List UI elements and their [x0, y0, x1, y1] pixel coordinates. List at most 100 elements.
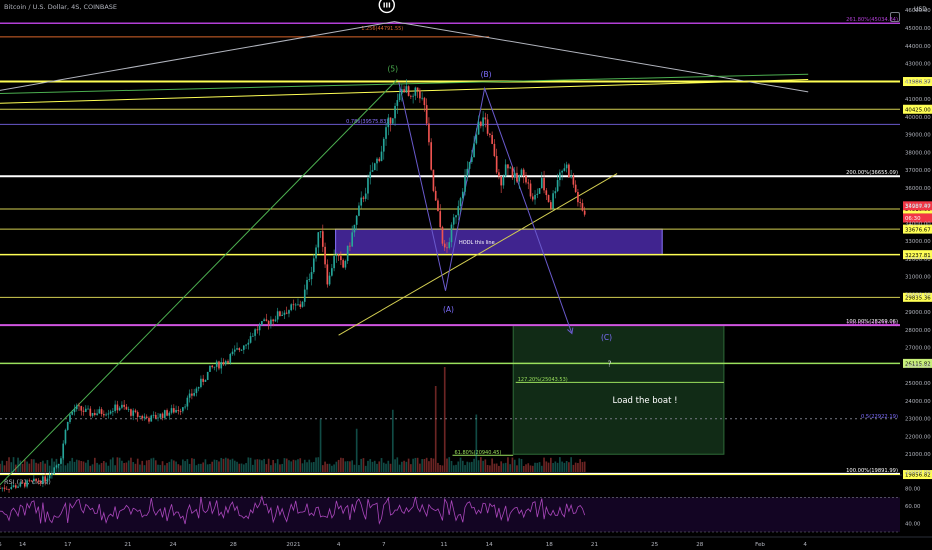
- candle: [71, 412, 74, 415]
- candle: [297, 304, 299, 306]
- volume-bar: [44, 463, 46, 472]
- volume-bar: [577, 463, 579, 472]
- volume-bar: [516, 465, 518, 472]
- candle: [403, 89, 405, 93]
- volume-bar: [222, 458, 225, 472]
- candle: [425, 105, 428, 124]
- volume-bar: [547, 462, 550, 472]
- volume-bar: [134, 463, 137, 472]
- volume-bar: [107, 465, 110, 472]
- candle: [254, 329, 256, 336]
- candle: [35, 478, 37, 481]
- volume-bar: [220, 457, 223, 472]
- candle: [547, 195, 550, 203]
- candle: [321, 231, 324, 247]
- volume-bar: [491, 458, 493, 472]
- volume-bar: [64, 465, 67, 472]
- candle: [292, 304, 295, 306]
- candle: [333, 256, 335, 269]
- volume-bar: [315, 457, 317, 472]
- volume-bar: [550, 457, 552, 472]
- candle: [279, 311, 281, 316]
- volume-bar: [57, 465, 60, 472]
- volume-bar: [301, 463, 304, 472]
- candle: [498, 172, 500, 177]
- volume-bar: [337, 459, 340, 472]
- candle: [10, 487, 13, 490]
- candle: [491, 134, 493, 144]
- volume-bar: [346, 461, 349, 472]
- y-tick-label: 44000.00: [905, 44, 931, 50]
- level-label: 100.00%(19891.99): [846, 468, 898, 474]
- volume-bar: [351, 460, 353, 472]
- candle: [486, 119, 489, 134]
- candle: [285, 312, 288, 314]
- volume-bar: [416, 457, 419, 472]
- candle: [538, 188, 541, 194]
- volume-bar: [249, 457, 252, 472]
- volume-bar: [118, 457, 121, 472]
- volume-bar: [340, 457, 342, 472]
- volume-bar: [136, 458, 139, 472]
- candle: [290, 304, 293, 311]
- volume-bar: [443, 367, 446, 472]
- y-tick-label: 21000.00: [905, 452, 931, 458]
- candle: [516, 172, 518, 182]
- y-tick-label: 33000.00: [905, 239, 931, 245]
- volume-bar: [186, 459, 189, 472]
- candle: [276, 311, 279, 320]
- volume-bar: [342, 458, 344, 472]
- candle: [96, 413, 98, 415]
- candle: [466, 168, 469, 177]
- candle: [195, 388, 198, 394]
- fib-label: 61.80%(20940.45): [455, 450, 502, 456]
- volume-bar: [229, 459, 232, 472]
- y-tick-label: 42000.00: [905, 79, 931, 85]
- candle: [577, 192, 579, 203]
- y-tick-label: 38000.00: [905, 150, 931, 156]
- candle: [130, 409, 132, 416]
- candle: [439, 211, 442, 228]
- volume-bar: [89, 465, 92, 472]
- candle: [222, 362, 225, 365]
- y-tick-label: 39000.00: [905, 133, 931, 139]
- volume-bar: [308, 459, 311, 472]
- volume-bar: [93, 457, 96, 472]
- candle: [387, 117, 390, 128]
- volume-bar: [358, 465, 360, 472]
- volume-bar: [109, 459, 112, 472]
- volume-bar: [299, 458, 302, 472]
- candle: [179, 411, 182, 412]
- candle: [200, 378, 202, 388]
- candle: [75, 405, 78, 410]
- candle: [382, 138, 385, 152]
- volume-bar: [21, 463, 24, 472]
- candle: [563, 168, 566, 171]
- volume-bar: [306, 462, 308, 472]
- y-tick-label: 20000.00: [905, 470, 931, 476]
- x-tick-label: 21: [124, 542, 132, 548]
- wave-label: (C): [601, 333, 612, 342]
- volume-bar: [470, 461, 473, 472]
- volume-bar: [583, 461, 586, 472]
- y-tick-label: 30000.00: [905, 292, 931, 298]
- volume-bar: [195, 465, 198, 472]
- candle: [245, 344, 247, 346]
- candle: [419, 90, 421, 99]
- candle: [583, 210, 586, 215]
- candle: [238, 348, 241, 351]
- price-chart[interactable]: 261.80%(45034.84) 200.00%(36655.09) 100.00…: [0, 0, 932, 550]
- volume-bar: [522, 465, 525, 472]
- candle: [66, 421, 69, 430]
- candle: [19, 482, 22, 487]
- candle: [502, 176, 505, 186]
- candle: [227, 361, 229, 363]
- candle: [536, 193, 539, 195]
- candle: [159, 413, 162, 418]
- volume-bar: [534, 462, 536, 472]
- volume-bar: [200, 463, 202, 472]
- volume-bar: [581, 462, 584, 472]
- candle: [215, 361, 218, 367]
- candle: [380, 151, 383, 162]
- volume-bar: [168, 461, 171, 472]
